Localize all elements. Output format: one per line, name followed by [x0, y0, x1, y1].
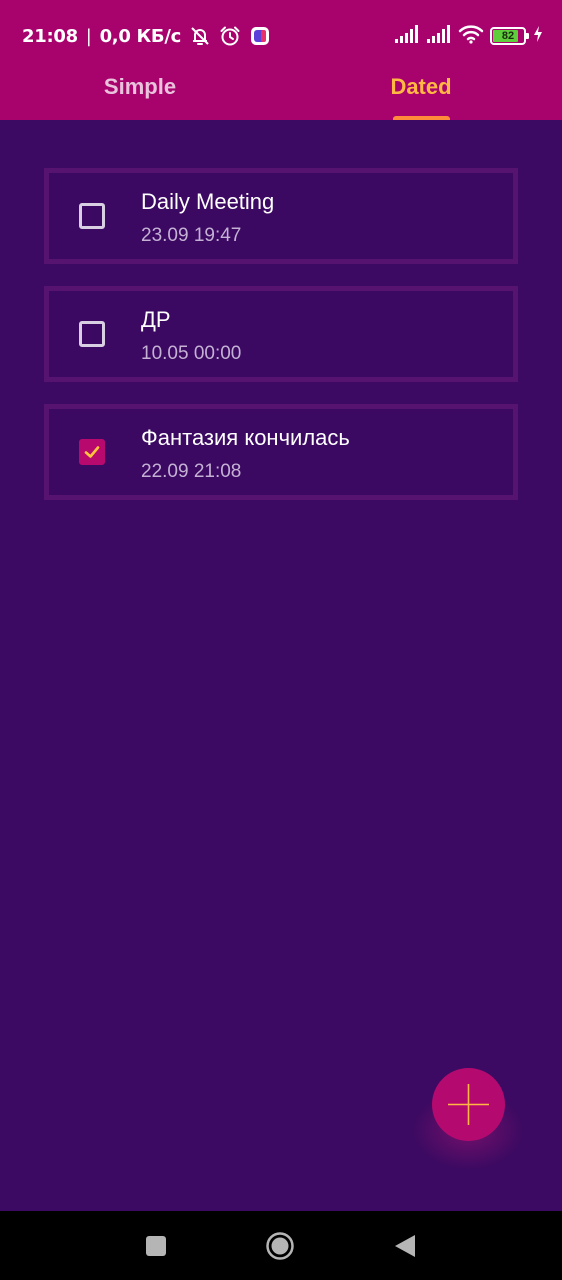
add-task-button[interactable] [432, 1068, 505, 1141]
status-separator: | [85, 25, 92, 47]
navigation-bar [0, 1211, 562, 1280]
home-icon [266, 1232, 294, 1260]
alarm-icon [219, 25, 241, 47]
task-date: 10.05 00:00 [141, 343, 242, 364]
task-item[interactable]: ДР 10.05 00:00 [44, 286, 518, 382]
status-bar: 21:08 | 0,0 КБ/с 82 [0, 0, 562, 72]
task-title: Daily Meeting [141, 189, 275, 214]
back-icon [395, 1235, 415, 1257]
back-button[interactable] [389, 1229, 423, 1263]
muted-notifications-icon [189, 25, 211, 47]
checkmark-icon [84, 446, 100, 458]
charging-icon [532, 25, 544, 48]
task-checkbox[interactable] [79, 203, 105, 229]
status-right: 82 [394, 24, 544, 48]
signal-icon [426, 24, 452, 49]
task-title: ДР [141, 307, 171, 332]
app-notification-icon [249, 25, 271, 47]
task-item[interactable]: Фантазия кончилась 22.09 21:08 [44, 404, 518, 500]
task-date: 23.09 19:47 [141, 225, 242, 246]
task-checkbox[interactable] [79, 439, 105, 465]
task-date: 22.09 21:08 [141, 461, 242, 482]
task-title: Фантазия кончилась [141, 425, 350, 450]
task-list: Daily Meeting 23.09 19:47 ДР 10.05 00:00… [44, 168, 518, 522]
battery-tip [526, 33, 529, 39]
task-checkbox[interactable] [79, 321, 105, 347]
status-time: 21:08 [22, 25, 78, 47]
tab-dated[interactable]: Dated [341, 74, 501, 104]
battery-icon: 82 [490, 27, 529, 45]
wifi-icon [458, 24, 484, 49]
status-left: 21:08 | 0,0 КБ/с [22, 24, 271, 48]
task-item[interactable]: Daily Meeting 23.09 19:47 [44, 168, 518, 264]
plus-icon [448, 1084, 489, 1125]
network-speed: 0,0 КБ/с [99, 25, 182, 47]
signal-icon [394, 24, 420, 49]
tab-selected-indicator [393, 116, 450, 120]
battery-level: 82 [501, 30, 515, 42]
recents-button[interactable] [139, 1229, 173, 1263]
tab-simple[interactable]: Simple [60, 74, 220, 104]
home-button[interactable] [263, 1229, 297, 1263]
recents-icon [146, 1236, 166, 1256]
